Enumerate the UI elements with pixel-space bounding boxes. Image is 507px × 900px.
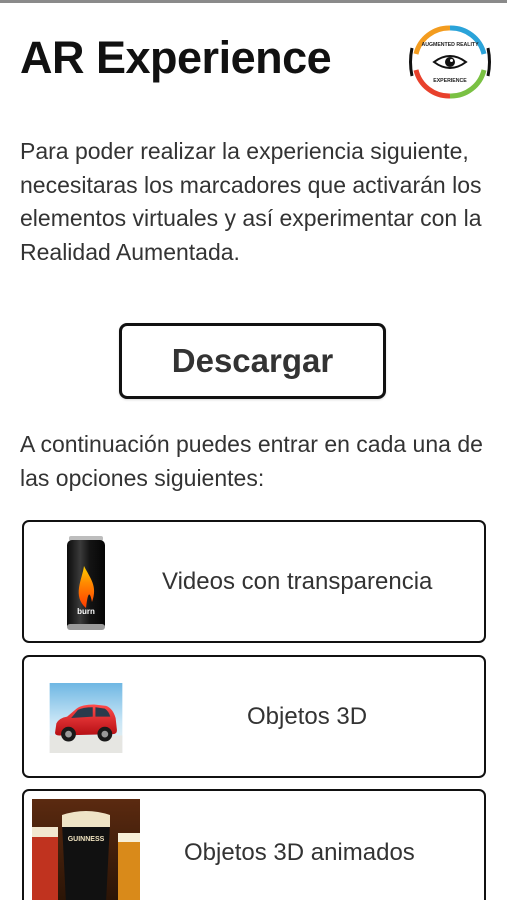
energy-drink-can-image: burn	[67, 536, 105, 630]
logo-bottom-text: EXPERIENCE	[433, 78, 467, 84]
download-button[interactable]: Descargar	[119, 323, 386, 399]
red-car-image	[49, 683, 123, 753]
intro-text: Para poder realizar la experiencia sigui…	[20, 138, 482, 265]
can-brand-text: burn	[77, 607, 95, 616]
beer-glasses-image: GUINNESS	[32, 799, 140, 900]
ar-experience-logo: AUGMENTED REALITY EXPERIENCE	[409, 25, 491, 99]
option-objetos-3d[interactable]: Objetos 3D	[22, 655, 486, 778]
options-intro-text: A continuación puedes entrar en cada una…	[20, 431, 483, 491]
page-title: AR Experience	[20, 32, 332, 83]
option-label: Objetos 3D	[247, 702, 368, 730]
option-videos-transparencia[interactable]: burn Videos con transparencia	[22, 520, 486, 643]
eye-icon	[432, 55, 468, 69]
option-objetos-3d-animados[interactable]: GUINNESS Objetos 3D animados	[22, 789, 486, 900]
status-divider	[0, 0, 507, 3]
option-label: Videos con transparencia	[162, 567, 433, 595]
glass-brand-text: GUINNESS	[68, 836, 105, 843]
logo-top-text: AUGMENTED REALITY	[421, 42, 479, 48]
option-label: Objetos 3D animados	[184, 838, 415, 866]
app-screen: AR Experience AUGMENTED REALITY EXPERIEN…	[0, 0, 507, 900]
